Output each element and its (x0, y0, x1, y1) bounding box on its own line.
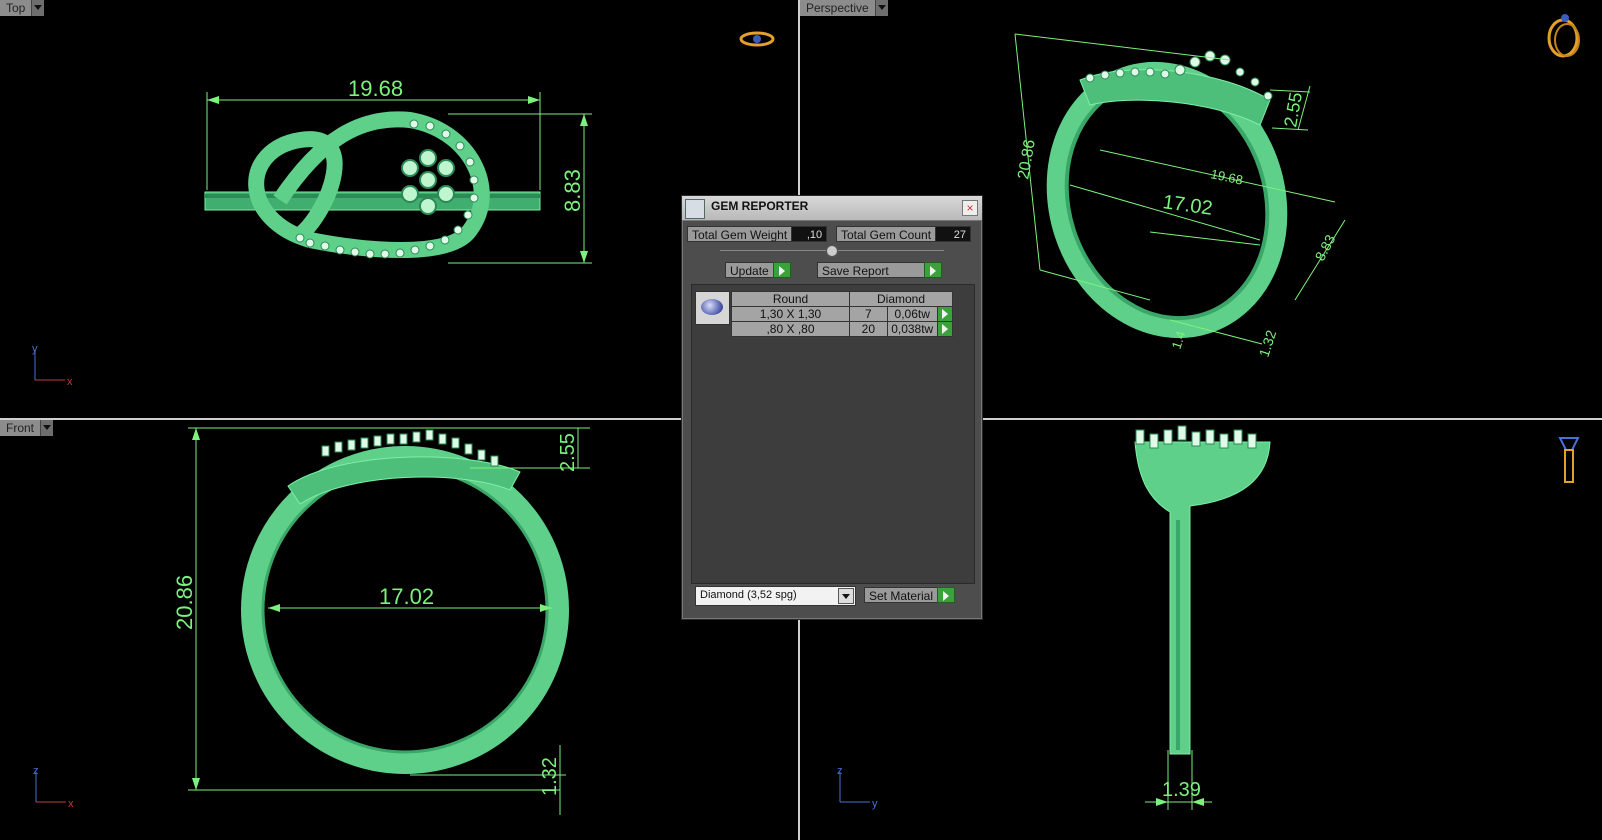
viewport-perspective-menu[interactable]: Perspective (800, 0, 888, 16)
total-gem-weight-field: Total Gem Weight ,10 (687, 226, 828, 242)
gem-reporter-icon (685, 199, 705, 219)
total-gem-weight-value: ,10 (791, 226, 828, 242)
front-view-canvas: 20.86 2.55 17.02 1.32 x z (33, 427, 590, 815)
dialog-titlebar[interactable]: GEM REPORTER × (682, 196, 982, 221)
persp-head-dim: 2.55 (1280, 91, 1306, 129)
viewport-perspective-label: Perspective (800, 0, 875, 16)
material-select[interactable]: Diamond (3,52 spg) (695, 586, 856, 606)
front-head-dim: 2.55 (557, 433, 579, 472)
front-height-dim: 20.86 (172, 575, 197, 630)
axis-y-label: y (32, 343, 38, 355)
persp-inner-dim: 17.02 (1161, 191, 1214, 220)
axis-y-label: y (872, 798, 878, 810)
gem-table: Round Diamond 1,30 X 1,30 7 0,06tw ,80 X… (731, 291, 954, 337)
top-view-canvas: 19.68 8.83 x y (32, 31, 775, 388)
ring-preview-icon (1547, 14, 1580, 58)
close-icon[interactable]: × (962, 200, 978, 216)
update-button-label: Update (725, 262, 773, 278)
chevron-down-icon[interactable] (31, 0, 45, 16)
collapse-toggle-icon[interactable] (826, 245, 838, 257)
viewport-front-label: Front (0, 420, 41, 436)
axis-z-label: z (33, 765, 39, 777)
persp-height-dim: 20.86 (1015, 138, 1039, 180)
ring-preview-icon (739, 31, 775, 47)
total-gem-count-value: 27 (935, 226, 972, 242)
round-diamond-icon[interactable] (695, 291, 730, 325)
axis-z-label: z (837, 765, 843, 777)
right-shank-dim: 1.39 (1162, 779, 1201, 801)
save-report-button-label: Save Report (817, 262, 924, 278)
table-row[interactable]: 1,30 X 1,30 7 0,06tw (731, 306, 954, 322)
gem-count: 20 (849, 321, 888, 337)
front-base-dim: 1.32 (539, 757, 561, 796)
top-width-dim: 19.68 (348, 76, 403, 101)
persp-width-dim: 19.68 (1209, 166, 1244, 187)
play-arrow-icon[interactable] (924, 262, 942, 278)
play-arrow-icon[interactable] (772, 262, 791, 278)
chevron-down-icon[interactable] (874, 0, 888, 16)
gem-reporter-dialog: GEM REPORTER × Total Gem Weight ,10 Tota… (681, 195, 983, 620)
viewport-top[interactable]: Top 19.68 8.83 x y (0, 0, 798, 418)
total-gem-count-field: Total Gem Count 27 (836, 226, 972, 242)
axis-x-label: x (68, 798, 74, 810)
gem-table-header: Round Diamond (731, 291, 953, 307)
viewport-top-menu[interactable]: Top (0, 0, 45, 16)
top-height-dim: 8.83 (560, 169, 585, 212)
material-header: Diamond (849, 291, 953, 307)
chevron-down-icon[interactable] (838, 588, 854, 604)
table-row[interactable]: ,80 X ,80 20 0,038tw (731, 321, 954, 337)
save-report-button[interactable]: Save Report (817, 262, 942, 278)
material-select-value: Diamond (3,52 spg) (700, 589, 797, 601)
gem-count: 7 (849, 306, 888, 322)
ring-side-icon (1558, 437, 1580, 483)
viewport-front[interactable]: Front 20.86 2.55 17.02 1.32 x z (0, 420, 798, 840)
dialog-title: GEM REPORTER (711, 199, 809, 213)
chevron-down-icon[interactable] (40, 420, 54, 436)
play-arrow-icon[interactable] (937, 587, 956, 603)
axis-x-label: x (67, 376, 73, 388)
play-arrow-icon[interactable] (936, 306, 954, 322)
viewport-top-label: Top (0, 0, 32, 16)
total-gem-count-label: Total Gem Count (836, 226, 936, 242)
shape-header: Round (731, 291, 850, 307)
gem-weight: 0,038tw (886, 321, 938, 337)
gem-list-panel: Round Diamond 1,30 X 1,30 7 0,06tw ,80 X… (691, 284, 975, 584)
total-gem-weight-label: Total Gem Weight (687, 226, 792, 242)
gem-size: ,80 X ,80 (731, 321, 850, 337)
persp-base2-dim: 1.32 (1256, 328, 1280, 359)
play-arrow-icon[interactable] (936, 321, 954, 337)
set-material-button[interactable]: Set Material (864, 587, 956, 603)
gem-weight: 0,06tw (886, 306, 938, 322)
gem-size: 1,30 X 1,30 (731, 306, 850, 322)
front-inner-dim: 17.02 (379, 584, 434, 609)
set-material-button-label: Set Material (864, 587, 938, 603)
update-button[interactable]: Update (725, 262, 791, 278)
viewport-front-menu[interactable]: Front (0, 420, 54, 436)
